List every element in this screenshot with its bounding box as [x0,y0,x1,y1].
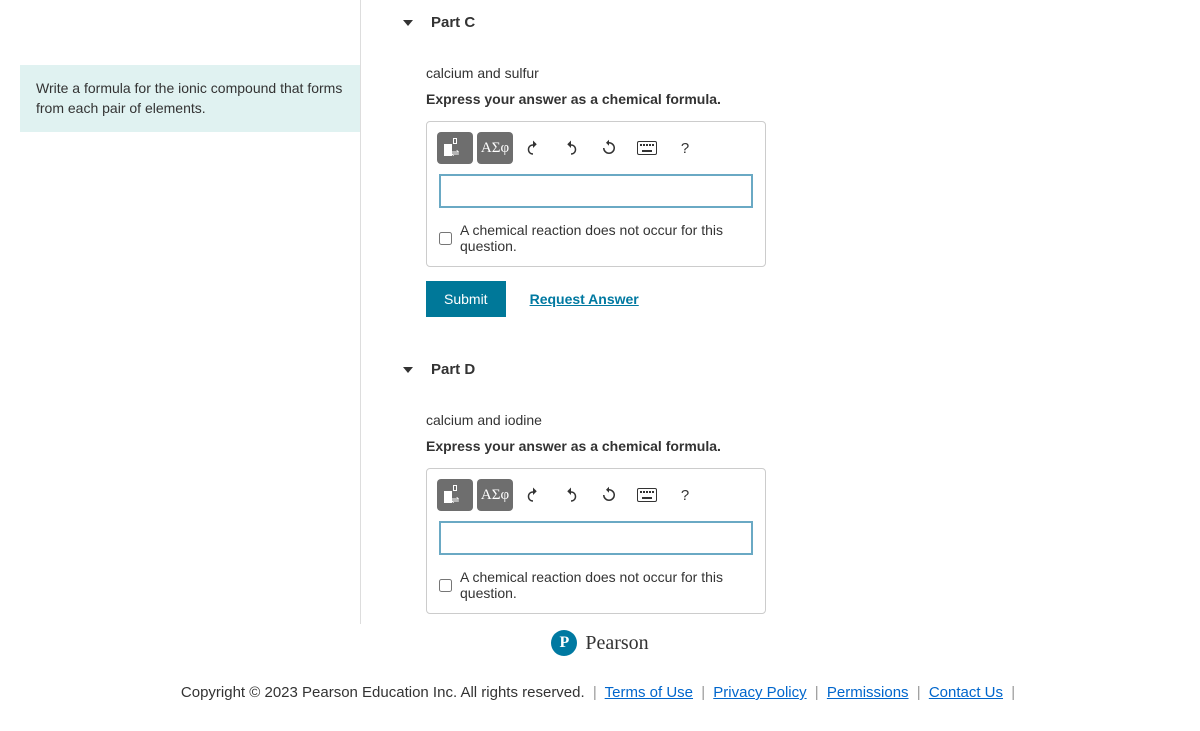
footer: Copyright © 2023 Pearson Education Inc. … [0,674,1200,731]
part-d-prompt: calcium and iodine [426,412,1180,428]
question-instruction: Write a formula for the ionic compound t… [20,65,360,132]
part-c-formula-input[interactable] [439,174,753,208]
privacy-link[interactable]: Privacy Policy [713,684,806,701]
template-icon[interactable]: ⇌ [437,479,473,511]
reset-icon[interactable] [591,132,627,164]
greek-symbols-button[interactable]: ΑΣφ [477,132,513,164]
submit-button[interactable]: Submit [426,281,506,317]
part-d-body: calcium and iodine Express your answer a… [391,392,1180,624]
brand-logo: P Pearson [0,630,1200,656]
caret-down-icon [403,367,413,373]
part-d-answer-box: ⇌ ΑΣφ [426,468,766,614]
part-c-answer-box: ⇌ ΑΣφ ? [426,121,766,267]
undo-icon[interactable] [515,132,551,164]
greek-symbols-button[interactable]: ΑΣφ [477,479,513,511]
part-d-toolbar: ⇌ ΑΣφ [431,473,761,519]
part-c-toolbar: ⇌ ΑΣφ ? [431,126,761,172]
caret-down-icon [403,20,413,26]
terms-link[interactable]: Terms of Use [605,684,693,701]
part-c-title: Part C [431,14,475,31]
copyright-text: Copyright © 2023 Pearson Education Inc. … [181,684,585,701]
pearson-p-icon: P [551,630,577,656]
part-c-instr: Express your answer as a chemical formul… [426,91,1180,107]
request-answer-link[interactable]: Request Answer [530,291,639,307]
help-icon[interactable]: ? [667,132,703,164]
part-c-header[interactable]: Part C [391,0,1180,45]
part-c-no-reaction-checkbox[interactable] [439,232,452,245]
part-d-no-reaction-row[interactable]: A chemical reaction does not occur for t… [431,563,761,609]
permissions-link[interactable]: Permissions [827,684,909,701]
part-c-no-reaction-label: A chemical reaction does not occur for t… [460,222,753,254]
help-icon[interactable]: ? [667,479,703,511]
contact-link[interactable]: Contact Us [929,684,1003,701]
part-d-no-reaction-label: A chemical reaction does not occur for t… [460,569,753,601]
part-d-no-reaction-checkbox[interactable] [439,579,452,592]
reset-icon[interactable] [591,479,627,511]
keyboard-icon[interactable] [629,132,665,164]
redo-icon[interactable] [553,132,589,164]
brand-text: Pearson [585,632,648,655]
part-c-prompt: calcium and sulfur [426,65,1180,81]
template-icon[interactable]: ⇌ [437,132,473,164]
part-d-instr: Express your answer as a chemical formul… [426,438,1180,454]
redo-icon[interactable] [553,479,589,511]
keyboard-icon[interactable] [629,479,665,511]
part-d-header[interactable]: Part D [391,347,1180,392]
part-c-no-reaction-row[interactable]: A chemical reaction does not occur for t… [431,216,761,262]
part-d-formula-input[interactable] [439,521,753,555]
part-c-body: calcium and sulfur Express your answer a… [391,45,1180,327]
part-d-title: Part D [431,361,475,378]
undo-icon[interactable] [515,479,551,511]
